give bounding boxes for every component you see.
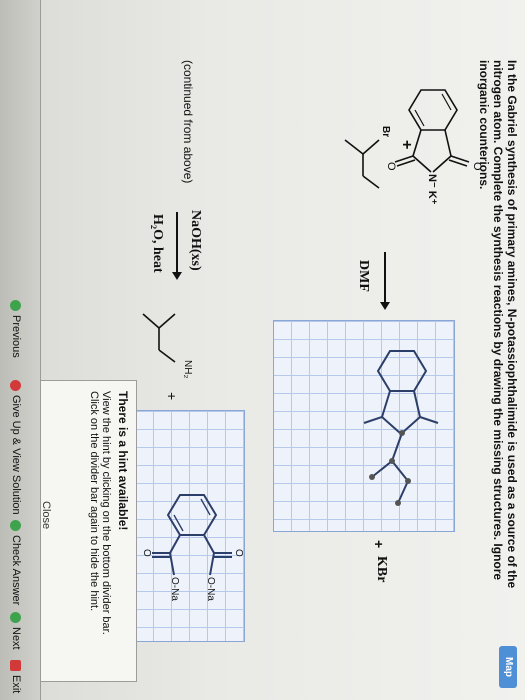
plus-sign-2: +	[371, 540, 387, 549]
exit-button[interactable]: Exit	[10, 660, 22, 693]
rotated-stage: Map In the Gabriel synthesis of primary …	[0, 0, 525, 700]
reagent-naoh: NaOH(xs)	[188, 210, 203, 271]
exit-icon	[10, 660, 22, 671]
stop-icon	[10, 380, 22, 391]
check-icon	[10, 520, 22, 531]
o-label-top: O	[471, 162, 483, 171]
ona-label-2: O-Na	[169, 577, 180, 601]
byproduct-kbr: KBr	[374, 556, 389, 583]
reagent-water-heat: H₂O, heat	[150, 214, 165, 273]
next-label: Next	[10, 627, 22, 650]
plus-sign-1: +	[398, 140, 415, 150]
bottom-divider-bar[interactable]: Previous Give Up & View Solution Check A…	[0, 0, 41, 700]
br-label: Br	[380, 126, 391, 138]
alkyl-halide-structure: Br	[327, 120, 397, 200]
ona-label-1: O-Na	[205, 577, 216, 601]
reaction-arrow-2	[167, 210, 187, 280]
previous-label: Previous	[10, 315, 22, 358]
product-grid-1[interactable]	[273, 320, 455, 532]
hint-close-link[interactable]: Close	[40, 501, 52, 529]
problem-statement: In the Gabriel synthesis of primary amin…	[477, 60, 519, 589]
check-answer-button[interactable]: Check Answer	[10, 520, 22, 605]
amine-product-structure: NH₂	[125, 300, 205, 380]
plus-sign-3: +	[164, 392, 180, 401]
next-button[interactable]: Next	[10, 612, 22, 650]
give-up-button[interactable]: Give Up & View Solution	[10, 380, 22, 515]
check-answer-label: Check Answer	[10, 535, 22, 606]
map-button[interactable]: Map	[499, 646, 517, 688]
hint-title: There is a hint available!	[116, 391, 130, 531]
reagent-dmf: DMF	[356, 260, 371, 292]
hint-body: View the hint by clicking on the bottom …	[88, 391, 112, 635]
exit-label: Exit	[10, 675, 22, 694]
hint-box[interactable]: There is a hint available! View the hint…	[33, 380, 137, 682]
previous-icon	[10, 300, 22, 311]
nk-label: N⁻ K⁺	[426, 174, 438, 205]
nh2-label: NH₂	[182, 360, 193, 379]
give-up-label: Give Up & View Solution	[10, 395, 22, 515]
o-label-p2-bottom: O	[141, 549, 152, 557]
problem-page: Map In the Gabriel synthesis of primary …	[0, 0, 525, 700]
reaction-arrow-1	[375, 250, 395, 310]
screen: Map In the Gabriel synthesis of primary …	[0, 0, 525, 700]
continued-label: (continued from above)	[181, 60, 195, 184]
previous-button[interactable]: Previous	[10, 300, 22, 358]
next-icon	[10, 612, 22, 623]
o-label-p2-top: O	[233, 549, 244, 557]
